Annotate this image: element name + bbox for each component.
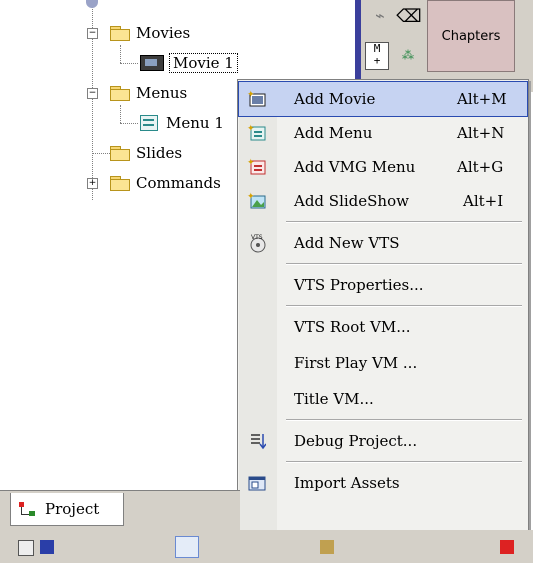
menu-item-label: Add Movie [294, 90, 376, 108]
svg-text:✦: ✦ [247, 192, 255, 202]
menu-item-label: First Play VM ... [294, 354, 418, 372]
menu-item-add-menu[interactable]: ✦ Add Menu Alt+N [239, 116, 527, 150]
menu-item-title-vm[interactable]: Title VM... [239, 382, 527, 416]
tree-connector [120, 45, 121, 63]
menu-item-add-slideshow[interactable]: ✦ Add SlideShow Alt+I [239, 184, 527, 218]
folder-icon [110, 86, 130, 101]
svg-text:✦: ✦ [247, 158, 255, 168]
menu-item-label: Import Assets [294, 474, 400, 492]
toolbar-button[interactable] [175, 536, 199, 558]
menu-item-vts-root-vm[interactable]: VTS Root VM... [239, 310, 527, 344]
context-menu: ✦ Add Movie Alt+M ✦ Add Menu Alt+N ✦ Add… [237, 79, 529, 554]
menu-item-shortcut: Alt+M [457, 90, 507, 108]
toolbar-button[interactable] [500, 540, 514, 554]
menu-item-label: VTS Properties... [294, 276, 424, 294]
menu-item-vts-properties[interactable]: VTS Properties... [239, 268, 527, 302]
svg-text:✦: ✦ [247, 90, 255, 100]
menu-icon [140, 115, 158, 131]
svg-text:✦: ✦ [247, 124, 255, 134]
menu-separator [286, 263, 522, 265]
add-movie-icon: ✦ [247, 89, 267, 109]
tree-item-label: Movie 1 [169, 53, 238, 73]
tree-item-menus[interactable]: Menus [110, 82, 187, 104]
chapters-button[interactable]: Chapters [427, 0, 515, 72]
project-icon [19, 502, 37, 516]
menu-separator [286, 221, 522, 223]
toolbar-button[interactable] [18, 540, 34, 556]
tree-item-label: Slides [136, 144, 183, 162]
link-icon[interactable]: ⁂ [395, 48, 421, 68]
tree-item-movie-1[interactable]: Movie 1 [140, 52, 238, 74]
tree-item-menu-1[interactable]: Menu 1 [140, 112, 224, 134]
menu-item-add-movie[interactable]: ✦ Add Movie Alt+M [238, 81, 528, 117]
tree-connector [120, 105, 121, 123]
menu-item-label: Add VMG Menu [294, 158, 416, 176]
tree-item-movies[interactable]: Movies [110, 22, 190, 44]
toolbar-button[interactable] [40, 540, 54, 554]
menu-item-shortcut: Alt+G [457, 158, 504, 176]
tree-item-commands[interactable]: Commands [110, 172, 221, 194]
tree-item-label: Commands [136, 174, 221, 192]
tree-item-label: Menu 1 [166, 114, 224, 132]
tree-connector [120, 63, 138, 64]
menu-separator [286, 419, 522, 421]
menu-item-label: VTS Root VM... [294, 318, 411, 336]
eraser-icon[interactable]: ⌫ [396, 4, 421, 28]
menu-item-label: Add Menu [294, 124, 373, 142]
bottom-toolbar [0, 530, 533, 563]
menu-item-shortcut: Alt+I [463, 192, 504, 210]
partial-icon [86, 0, 98, 8]
tab-project[interactable]: Project [10, 493, 124, 526]
debug-icon [247, 431, 267, 451]
chapters-label: Chapters [441, 28, 501, 44]
expand-icon[interactable]: + [87, 178, 98, 189]
menu-separator [286, 461, 522, 463]
tree-item-label: Menus [136, 84, 188, 102]
add-vts-icon: VTS [247, 233, 267, 253]
tree-item-slides[interactable]: Slides [110, 142, 182, 164]
menu-item-first-play-vm[interactable]: First Play VM ... [239, 346, 527, 380]
menu-item-import-assets[interactable]: Import Assets [239, 466, 527, 500]
collapse-icon[interactable]: − [87, 88, 98, 99]
tree-connector [120, 123, 138, 124]
tool-icon[interactable]: ⌁ [365, 0, 395, 30]
collapse-icon[interactable]: − [87, 28, 98, 39]
menu-item-debug-project[interactable]: Debug Project... [239, 424, 527, 458]
add-slideshow-icon: ✦ [247, 191, 267, 211]
tree-connector [92, 153, 110, 154]
menu-item-label: Debug Project... [294, 432, 418, 450]
add-menu-icon: ✦ [247, 123, 267, 143]
menu-item-label: Title VM... [294, 390, 374, 408]
toolbar-button[interactable] [320, 540, 334, 554]
menu-item-label: Add New VTS [294, 234, 400, 252]
svg-text:VTS: VTS [251, 234, 263, 241]
add-vmg-menu-icon: ✦ [247, 157, 267, 177]
menu-separator [286, 305, 522, 307]
menu-item-add-new-vts[interactable]: VTS Add New VTS [239, 226, 527, 260]
movie-icon [140, 55, 164, 71]
tree-item-label: Movies [136, 24, 191, 42]
menu-item-label: Add SlideShow [294, 192, 409, 210]
tab-label: Project [45, 500, 100, 518]
import-icon [247, 473, 267, 493]
folder-icon [110, 176, 130, 191]
add-marker-icon[interactable]: M + [365, 42, 389, 70]
folder-icon [110, 26, 130, 41]
menu-item-shortcut: Alt+N [457, 124, 505, 142]
folder-icon [110, 146, 130, 161]
menu-item-add-vmg-menu[interactable]: ✦ Add VMG Menu Alt+G [239, 150, 527, 184]
